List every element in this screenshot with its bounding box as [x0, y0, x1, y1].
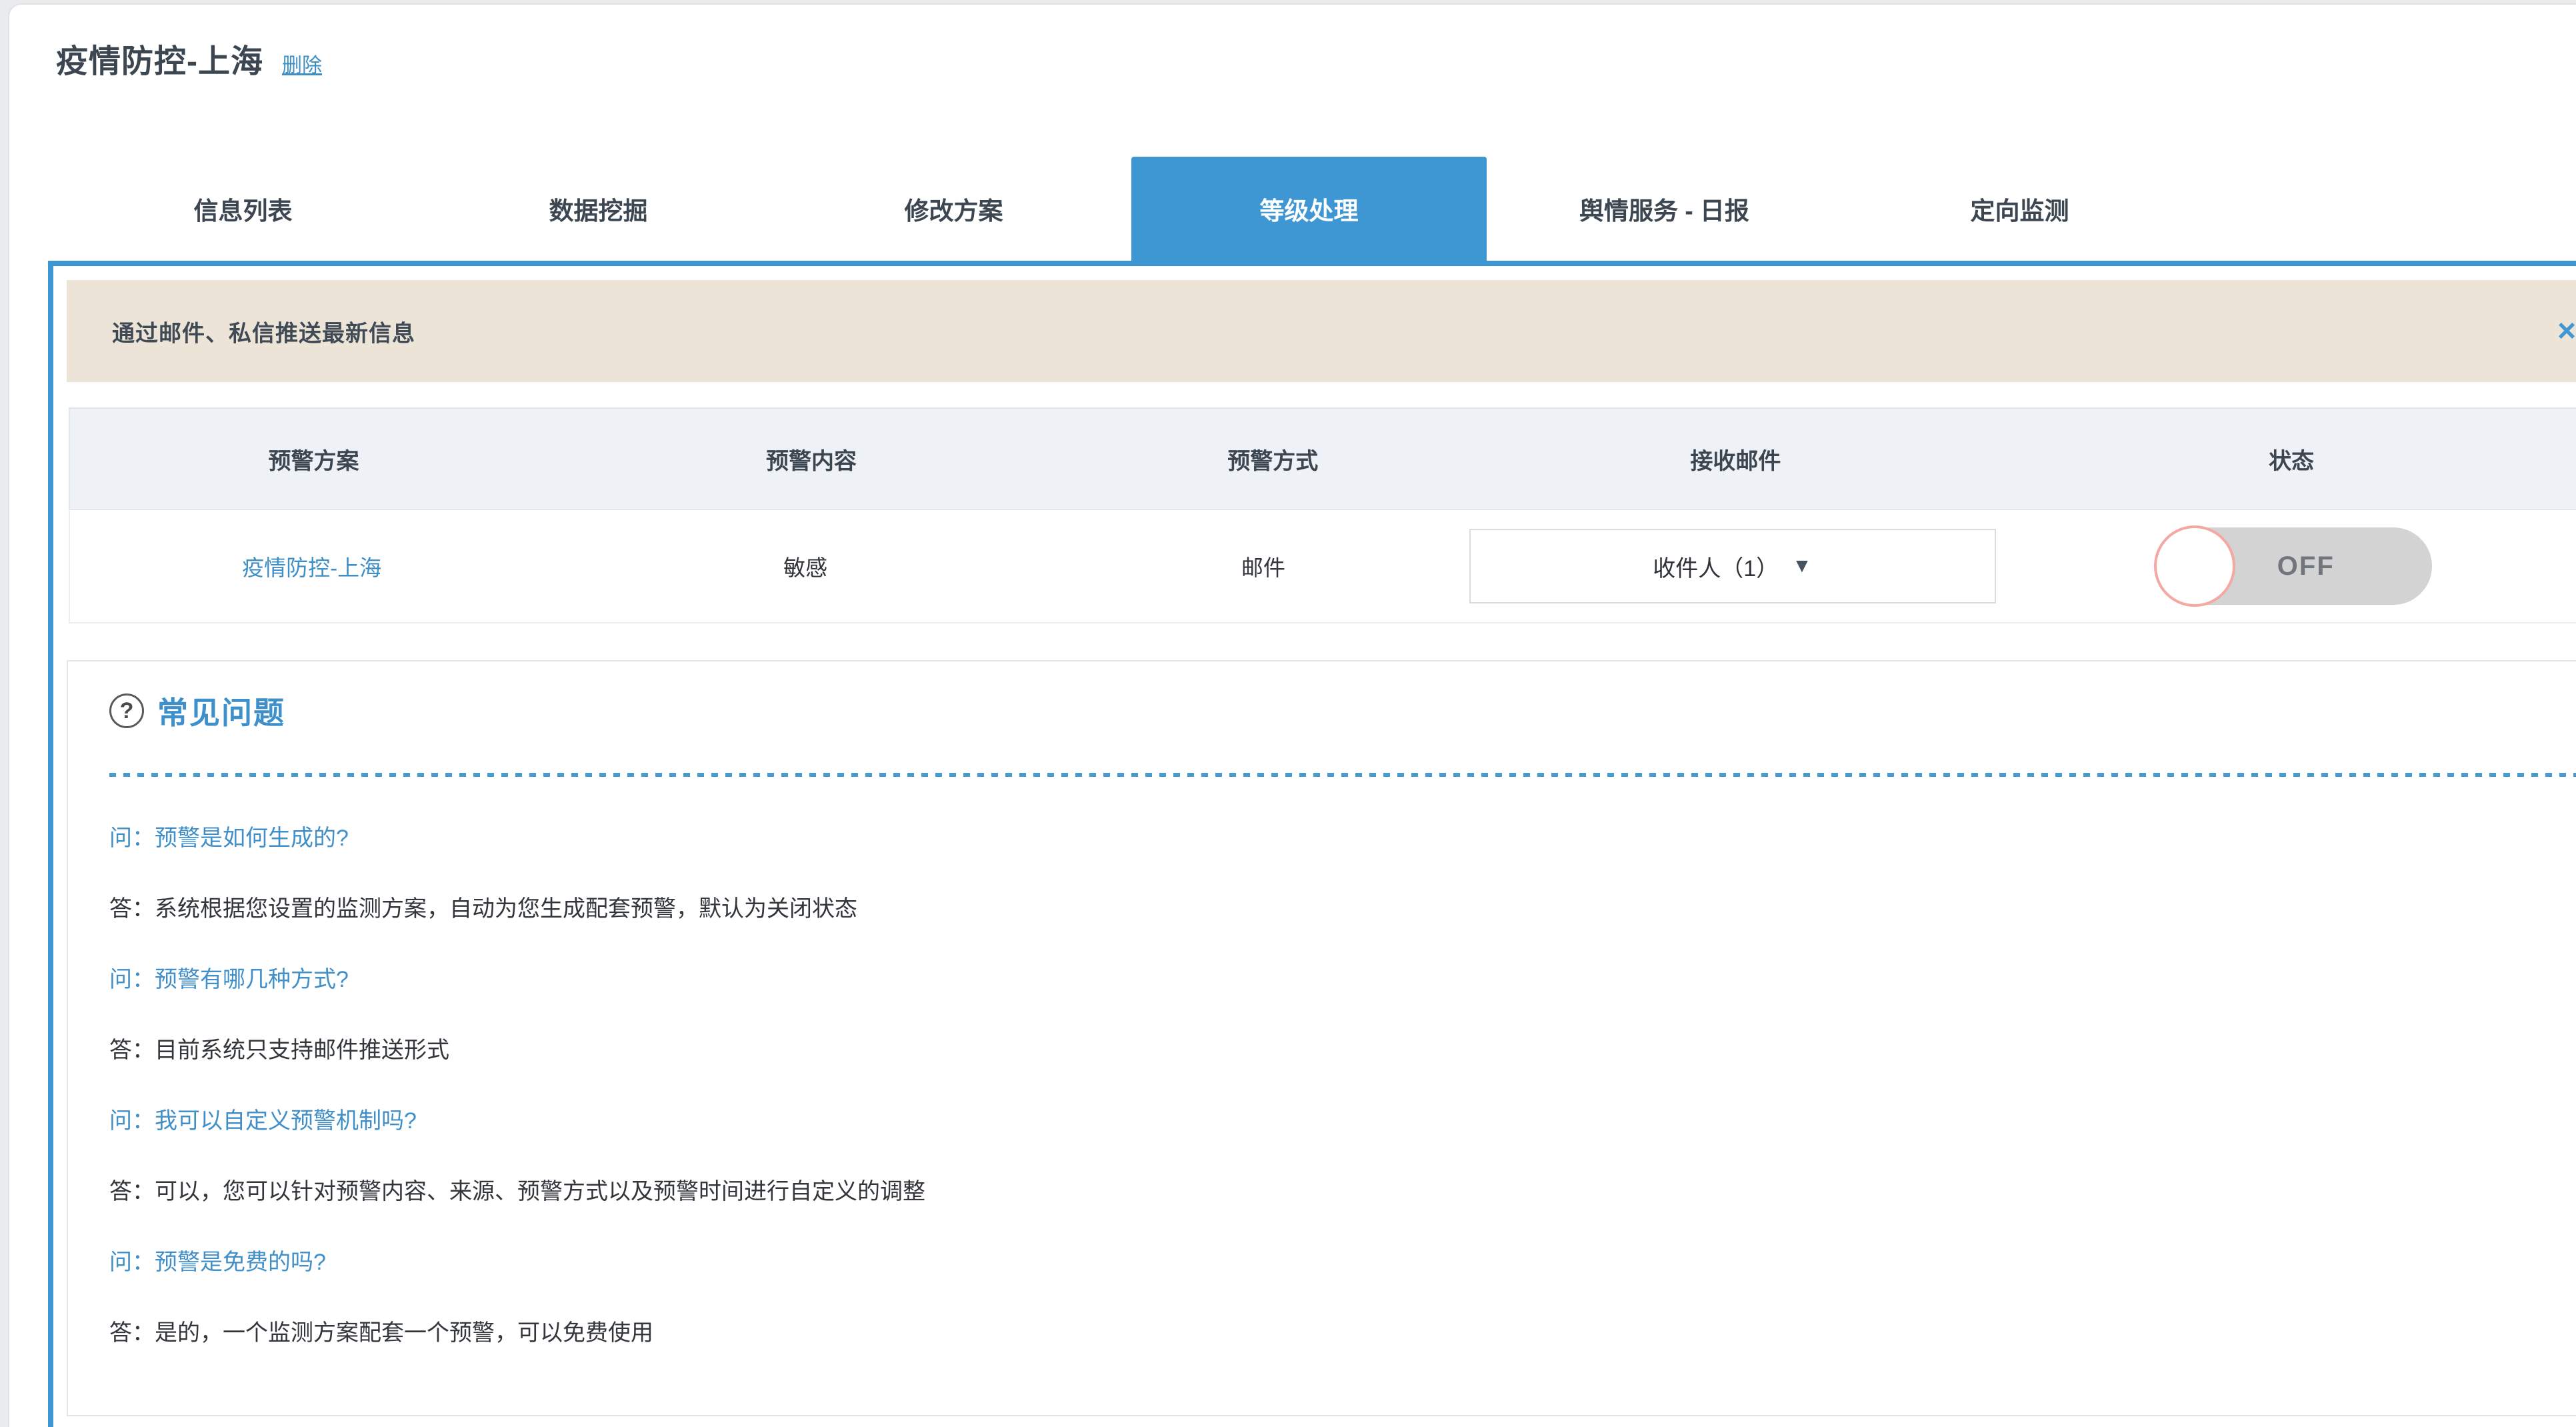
plan-link[interactable]: 疫情防控-上海: [242, 550, 381, 582]
recipients-cell: 收件人（1） ▼: [1469, 510, 1996, 622]
recipients-label: 收件人（1）: [1653, 550, 1779, 583]
page-title: 疫情防控-上海: [56, 35, 263, 81]
close-icon[interactable]: ×: [2557, 315, 2576, 347]
screen: 疫情防控-上海 删除 信息列表 数据挖掘 修改方案 等级处理 舆情服务 - 日报…: [0, 0, 2576, 1427]
toggle-knob: [2154, 525, 2235, 607]
question-mark-icon: ?: [109, 693, 144, 728]
faq-answer: 答：系统根据您设置的监测方案，自动为您生成配套预警，默认为关闭状态: [109, 874, 2565, 944]
alert-table: 预警方案 预警内容 预警方式 接收邮件 状态 疫情防控-上海 敏感 邮件 收件人…: [69, 407, 2576, 623]
tab-bar: 信息列表 数据挖掘 修改方案 等级处理 舆情服务 - 日报 定向监测: [65, 157, 2197, 261]
faq-question: 问：预警是如何生成的?: [109, 803, 2565, 874]
faq-answer: 答：目前系统只支持邮件推送形式: [109, 1015, 2565, 1086]
faq-header: ? 常见问题: [109, 689, 285, 732]
status-toggle[interactable]: OFF: [2156, 527, 2432, 605]
tab-service-daily[interactable]: 舆情服务 - 日报: [1487, 157, 1842, 261]
tab-modify-plan[interactable]: 修改方案: [776, 157, 1131, 261]
toggle-off-label: OFF: [2236, 527, 2376, 605]
notice-text: 通过邮件、私信推送最新信息: [112, 315, 415, 347]
faq-answer: 答：是的，一个监测方案配套一个预警，可以免费使用: [109, 1298, 2565, 1368]
table-header-row: 预警方案 预警内容 预警方式 接收邮件 状态: [69, 407, 2576, 510]
header-status: 状态: [1991, 409, 2576, 509]
tab-info-list[interactable]: 信息列表: [65, 157, 421, 261]
notice-bar: 通过邮件、私信推送最新信息 ×: [67, 280, 2576, 382]
status-cell: OFF: [1996, 510, 2576, 622]
faq-question: 问：我可以自定义预警机制吗?: [109, 1086, 2565, 1156]
header-plan: 预警方案: [70, 409, 557, 509]
method-cell: 邮件: [1057, 510, 1469, 622]
delete-link[interactable]: 删除: [282, 49, 322, 78]
header-content: 预警内容: [557, 409, 1065, 509]
content-cell: 敏感: [553, 510, 1057, 622]
header-recipients: 接收邮件: [1480, 409, 1991, 509]
faq-list: 问：预警是如何生成的? 答：系统根据您设置的监测方案，自动为您生成配套预警，默认…: [109, 803, 2565, 1368]
faq-title: 常见问题: [157, 689, 285, 733]
header-method: 预警方式: [1065, 409, 1480, 509]
dashed-divider: [109, 773, 2576, 777]
tab-targeted-monitoring[interactable]: 定向监测: [1842, 157, 2197, 261]
tab-data-mining[interactable]: 数据挖掘: [421, 157, 776, 261]
page-header: 疫情防控-上海 删除: [56, 35, 322, 81]
plan-cell: 疫情防控-上海: [70, 510, 553, 622]
tab-level-processing[interactable]: 等级处理: [1131, 157, 1487, 261]
table-row: 疫情防控-上海 敏感 邮件 收件人（1） ▼ OFF: [69, 510, 2576, 623]
recipients-dropdown[interactable]: 收件人（1） ▼: [1469, 529, 1996, 603]
faq-section: ? 常见问题 问：预警是如何生成的? 答：系统根据您设置的监测方案，自动为您生成…: [67, 660, 2576, 1416]
faq-answer: 答：可以，您可以针对预警内容、来源、预警方式以及预警时间进行自定义的调整: [109, 1156, 2565, 1227]
faq-question: 问：预警有哪几种方式?: [109, 944, 2565, 1015]
faq-question: 问：预警是免费的吗?: [109, 1227, 2565, 1298]
caret-down-icon: ▼: [1792, 555, 1812, 577]
